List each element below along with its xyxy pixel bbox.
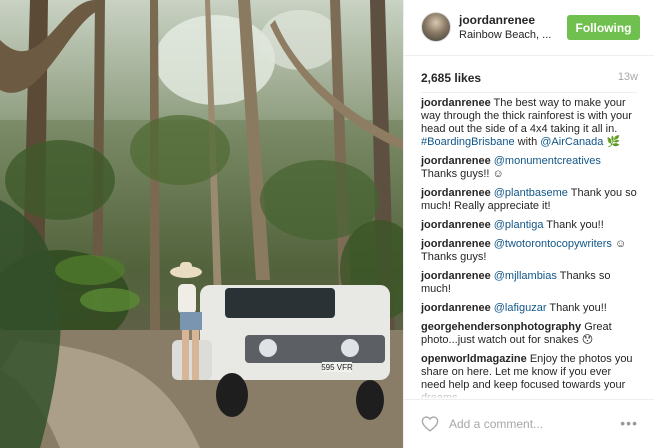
hashtag-link[interactable]: #BoardingBrisbane: [421, 136, 515, 148]
ellipsis-icon[interactable]: •••: [620, 415, 638, 431]
post-username[interactable]: joordanrenee: [459, 13, 535, 27]
comment-username[interactable]: joordanrenee: [421, 187, 491, 199]
mention-link[interactable]: @monumentcreatives: [494, 155, 601, 167]
divider: [421, 92, 637, 93]
rainforest-photo-illustration: 595 VFR: [0, 0, 403, 448]
add-comment-input[interactable]: [449, 414, 609, 434]
mention-link[interactable]: @mjllambias: [494, 270, 557, 282]
mention-link[interactable]: @twotorontocopywriters: [494, 238, 612, 250]
comment-item: joordanrenee @mjllambias Thanks so much!: [421, 270, 638, 296]
comment-username[interactable]: joordanrenee: [421, 270, 491, 282]
comment-item: joordanrenee @lafiguzar Thank you!!: [421, 302, 638, 315]
comment-username[interactable]: joordanrenee: [421, 97, 491, 109]
post-header: joordanrenee Rainbow Beach, ... Followin…: [404, 0, 654, 56]
mention-link[interactable]: @lafiguzar: [494, 302, 547, 314]
heart-outline-icon[interactable]: [421, 416, 439, 432]
comment-username[interactable]: georgehendersonphotography: [421, 321, 581, 333]
mention-link[interactable]: @AirCanada: [540, 136, 603, 148]
comment-username[interactable]: joordanrenee: [421, 219, 491, 231]
comment-text: Thanks guys!! ☺: [421, 168, 504, 180]
mention-link[interactable]: @plantiga: [494, 219, 544, 231]
mention-link[interactable]: @plantbaseme: [494, 187, 568, 199]
comment-username[interactable]: joordanrenee: [421, 302, 491, 314]
post-time-ago[interactable]: 13w: [618, 71, 638, 83]
comment-item: joordanrenee The best way to make your w…: [421, 97, 638, 149]
post-sidebar: joordanrenee Rainbow Beach, ... Followin…: [403, 0, 654, 448]
post-meta: 2,685 likes 13w: [404, 56, 654, 94]
likes-count[interactable]: 2,685 likes: [421, 71, 481, 85]
comment-item: joordanrenee @monumentcreatives Thanks g…: [421, 155, 638, 181]
comment-text: 🌿: [603, 136, 621, 148]
post-photo[interactable]: 595 VFR: [0, 0, 403, 448]
post-footer: •••: [404, 399, 654, 448]
comment-item: joordanrenee @plantbaseme Thank you so m…: [421, 187, 638, 213]
comments-list[interactable]: joordanrenee The best way to make your w…: [404, 97, 654, 399]
comments-fade: [404, 387, 654, 399]
comment-username[interactable]: openworldmagazine: [421, 353, 527, 365]
comment-item: georgehendersonphotography Great photo..…: [421, 321, 638, 347]
comment-item: joordanrenee @twotorontocopywriters ☺ Th…: [421, 238, 638, 264]
comment-username[interactable]: joordanrenee: [421, 238, 491, 250]
license-plate: 595 VFR: [321, 363, 353, 372]
comment-item: joordanrenee @plantiga Thank you!!: [421, 219, 638, 232]
post-location[interactable]: Rainbow Beach, ...: [459, 29, 551, 41]
avatar[interactable]: [421, 12, 451, 42]
comment-text: Thank you!!: [543, 219, 604, 231]
comment-username[interactable]: joordanrenee: [421, 155, 491, 167]
comment-text: with: [514, 136, 541, 148]
comment-text: Thank you!!: [546, 302, 607, 314]
following-button[interactable]: Following: [567, 15, 640, 40]
